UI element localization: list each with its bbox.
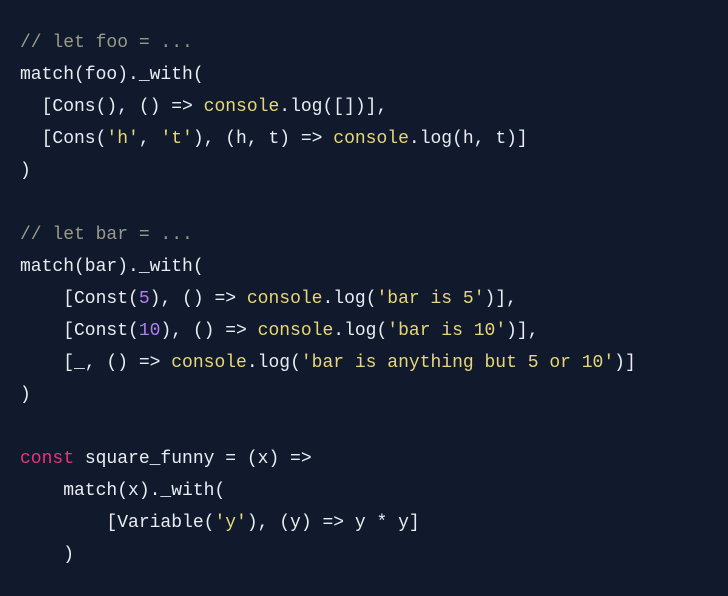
code-line: match(bar)._with(	[20, 251, 636, 283]
code-token-plain: [Cons(	[20, 129, 107, 149]
code-line: // let foo = ...	[20, 27, 636, 59]
code-token-plain: )],	[484, 289, 517, 309]
code-token-plain: ,	[138, 129, 161, 149]
code-token-plain: ), (h, t) =>	[192, 129, 334, 149]
code-line: )	[20, 379, 636, 411]
code-block: // let foo = ... match(foo)._with( [Cons(…	[20, 27, 636, 571]
code-token-string: 'bar is 5'	[376, 289, 485, 309]
code-token-plain: [_, () =>	[20, 353, 172, 373]
code-token-plain: )	[20, 161, 31, 181]
code-token-plain: ), () =>	[160, 321, 258, 341]
code-token-string: 'y'	[214, 513, 247, 533]
code-token-string: 'bar is anything but 5 or 10'	[300, 353, 615, 373]
code-token-plain: .log(h, t)]	[408, 129, 528, 149]
code-line: [_, () => console.log('bar is anything b…	[20, 347, 636, 379]
code-line: // let bar = ...	[20, 219, 636, 251]
code-token-plain: [Const(	[20, 321, 139, 341]
code-token-string: 'h'	[106, 129, 139, 149]
code-token-plain: match(foo)._with(	[20, 65, 204, 85]
code-token-plain: ), () =>	[149, 289, 247, 309]
code-token-plain: )],	[506, 321, 539, 341]
code-token-plain: )	[20, 545, 75, 565]
code-token-string: 'bar is 10'	[387, 321, 507, 341]
code-line: match(foo)._with(	[20, 59, 636, 91]
code-token-comment: // let bar = ...	[20, 225, 193, 245]
code-token-builtin: console	[203, 97, 280, 117]
code-line: )	[20, 155, 636, 187]
code-token-plain: [Const(	[20, 289, 139, 309]
code-token-builtin: console	[171, 353, 247, 373]
code-token-plain: ), (y) => y * y]	[246, 513, 420, 533]
code-token-plain: .log(	[246, 353, 301, 373]
code-line: [Const(5), () => console.log('bar is 5')…	[20, 283, 636, 315]
code-token-plain: square_funny = (x) =>	[74, 449, 312, 469]
code-line: )	[20, 539, 636, 571]
code-token-number: 10	[138, 321, 161, 341]
code-token-builtin: console	[246, 289, 323, 309]
code-line: [Variable('y'), (y) => y * y]	[20, 507, 636, 539]
code-token-keyword: const	[20, 449, 75, 469]
code-line: [Cons(), () => console.log([])],	[20, 91, 636, 123]
code-token-string: 't'	[160, 129, 193, 149]
code-token-comment: // let foo = ...	[20, 33, 193, 53]
code-line: const square_funny = (x) =>	[20, 443, 636, 475]
code-token-plain: )	[20, 385, 31, 405]
code-line: [Const(10), () => console.log('bar is 10…	[20, 315, 636, 347]
code-token-plain: )]	[614, 353, 636, 373]
code-token-builtin: console	[257, 321, 334, 341]
code-line: [Cons('h', 't'), (h, t) => console.log(h…	[20, 123, 636, 155]
code-token-plain: .log(	[333, 321, 388, 341]
code-token-plain: [Variable(	[20, 513, 215, 533]
code-line: match(x)._with(	[20, 475, 636, 507]
code-token-plain: .log(	[322, 289, 377, 309]
code-token-plain: match(x)._with(	[20, 481, 226, 501]
code-token-plain: [Cons(), () =>	[20, 97, 204, 117]
code-token-builtin: console	[333, 129, 409, 149]
code-token-plain: match(bar)._with(	[20, 257, 204, 277]
code-token-plain: .log([])],	[279, 97, 388, 117]
code-token-number: 5	[138, 289, 150, 309]
